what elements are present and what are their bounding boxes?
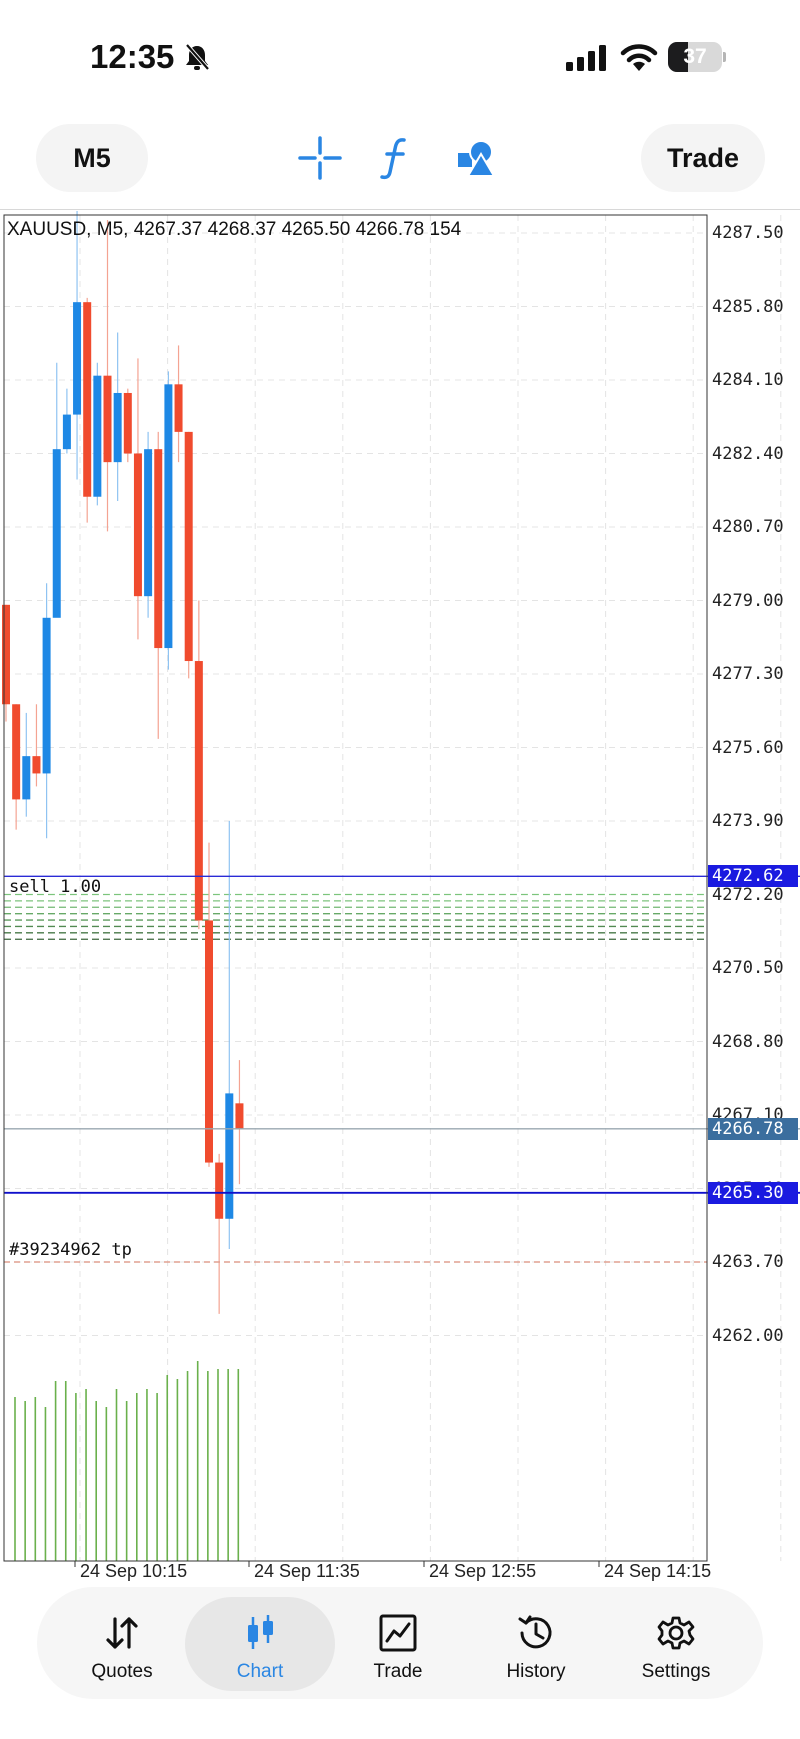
candle-body: [154, 449, 163, 649]
nav-history-label: History: [506, 1661, 566, 1682]
chart-title: XAUUSD, M5, 4267.37 4268.37 4265.50 4266…: [7, 219, 462, 240]
trade-chart-icon: [379, 1614, 417, 1652]
nav-quotes-label: Quotes: [91, 1661, 153, 1682]
price-tick-label: 4263.70: [712, 1252, 784, 1272]
time-tick-label: 24 Sep 10:15: [80, 1561, 188, 1581]
price-tick-label: 4280.70: [712, 517, 784, 537]
candle-body: [22, 756, 31, 800]
tp-label[interactable]: #39234962 tp: [9, 1240, 132, 1260]
price-tick-label: 4285.80: [712, 296, 784, 317]
candle-body: [123, 392, 132, 454]
candle-body: [133, 453, 142, 597]
battery-icon: 37: [668, 42, 726, 72]
nav-quotes[interactable]: Quotes: [47, 1587, 197, 1699]
history-clock-icon: [518, 1615, 552, 1649]
time-tick-label: 24 Sep 14:15: [604, 1561, 712, 1581]
objects-shapes-icon[interactable]: [449, 130, 505, 186]
nav-trade-label: Trade: [373, 1661, 423, 1682]
candle-body: [235, 1103, 244, 1129]
candle-body: [144, 449, 153, 597]
candle-body: [52, 449, 61, 618]
candle-body: [83, 302, 92, 497]
price-tick-label: 4279.00: [712, 590, 784, 611]
price-tick-label: 4273.90: [712, 811, 784, 831]
nav-trade[interactable]: Trade: [323, 1587, 473, 1699]
candle-body: [225, 1093, 234, 1219]
battery-level: 37: [683, 45, 707, 68]
price-tick-label: 4262.00: [712, 1325, 784, 1346]
nav-settings[interactable]: Settings: [601, 1587, 751, 1699]
chart-canvas[interactable]: [0, 211, 800, 1576]
order-levels: [4, 893, 707, 940]
candle-body: [184, 431, 193, 662]
indicator-f-icon[interactable]: [370, 130, 426, 186]
candle-body: [164, 384, 173, 649]
crosshair-icon[interactable]: [292, 130, 348, 186]
time-tick-label: 24 Sep 12:55: [429, 1561, 537, 1581]
price-tick-label: 4277.30: [712, 664, 784, 684]
volume-bars: [14, 1361, 240, 1561]
nav-chart-label: Chart: [236, 1661, 284, 1682]
candle-body: [12, 704, 21, 800]
nav-chart[interactable]: Chart: [185, 1597, 335, 1691]
candle-body: [194, 661, 203, 921]
price-tick-label: 4287.50: [712, 223, 784, 243]
last-price-tag: 4266.78: [708, 1117, 798, 1140]
price-tick-label: 4268.80: [712, 1031, 784, 1052]
candle-body: [42, 617, 51, 774]
wifi-icon: [620, 44, 658, 71]
candle-body: [2, 604, 10, 705]
candle-body: [93, 375, 102, 497]
signal-icon: [566, 45, 606, 71]
candles: [2, 211, 244, 1314]
candle-body: [32, 756, 41, 774]
candle-body: [62, 414, 71, 450]
order-label[interactable]: sell 1.00: [9, 877, 101, 897]
price-tick-label: 4275.60: [712, 737, 784, 758]
chart-toolbar: M5 Trade: [0, 110, 800, 210]
bid-price-tag: 4265.30: [708, 1181, 798, 1204]
candle-body: [174, 384, 183, 432]
time-tick-label: 24 Sep 11:35: [254, 1561, 360, 1581]
candle-body: [103, 375, 112, 463]
price-tick-label: 4284.10: [712, 370, 784, 390]
candle-body: [215, 1162, 224, 1219]
price-lines: [4, 875, 800, 1263]
gear-icon: [657, 1616, 695, 1650]
candlestick-icon: [248, 1615, 273, 1649]
candle-body: [73, 302, 82, 415]
ask-price-tag: 4272.62: [708, 865, 798, 888]
quotes-arrows-icon: [106, 1617, 138, 1649]
price-tick-label: 4270.50: [712, 958, 784, 978]
price-chart[interactable]: XAUUSD, M5, 4267.37 4268.37 4265.50 4266…: [0, 211, 800, 1581]
candle-body: [113, 392, 122, 463]
status-time: 12:35: [90, 38, 175, 75]
bell-muted-icon: [185, 43, 210, 71]
nav-history[interactable]: History: [461, 1587, 611, 1699]
candle-body: [205, 920, 213, 1163]
nav-settings-label: Settings: [641, 1661, 711, 1682]
status-bar: 12:35 37: [0, 0, 800, 110]
timeframe-button[interactable]: M5: [36, 124, 148, 192]
bottom-nav: Quotes Chart Trade History Settings: [37, 1587, 763, 1699]
trade-button[interactable]: Trade: [641, 124, 765, 192]
price-tick-label: 4282.40: [712, 443, 784, 464]
price-tick-label: 4272.20: [712, 884, 784, 905]
